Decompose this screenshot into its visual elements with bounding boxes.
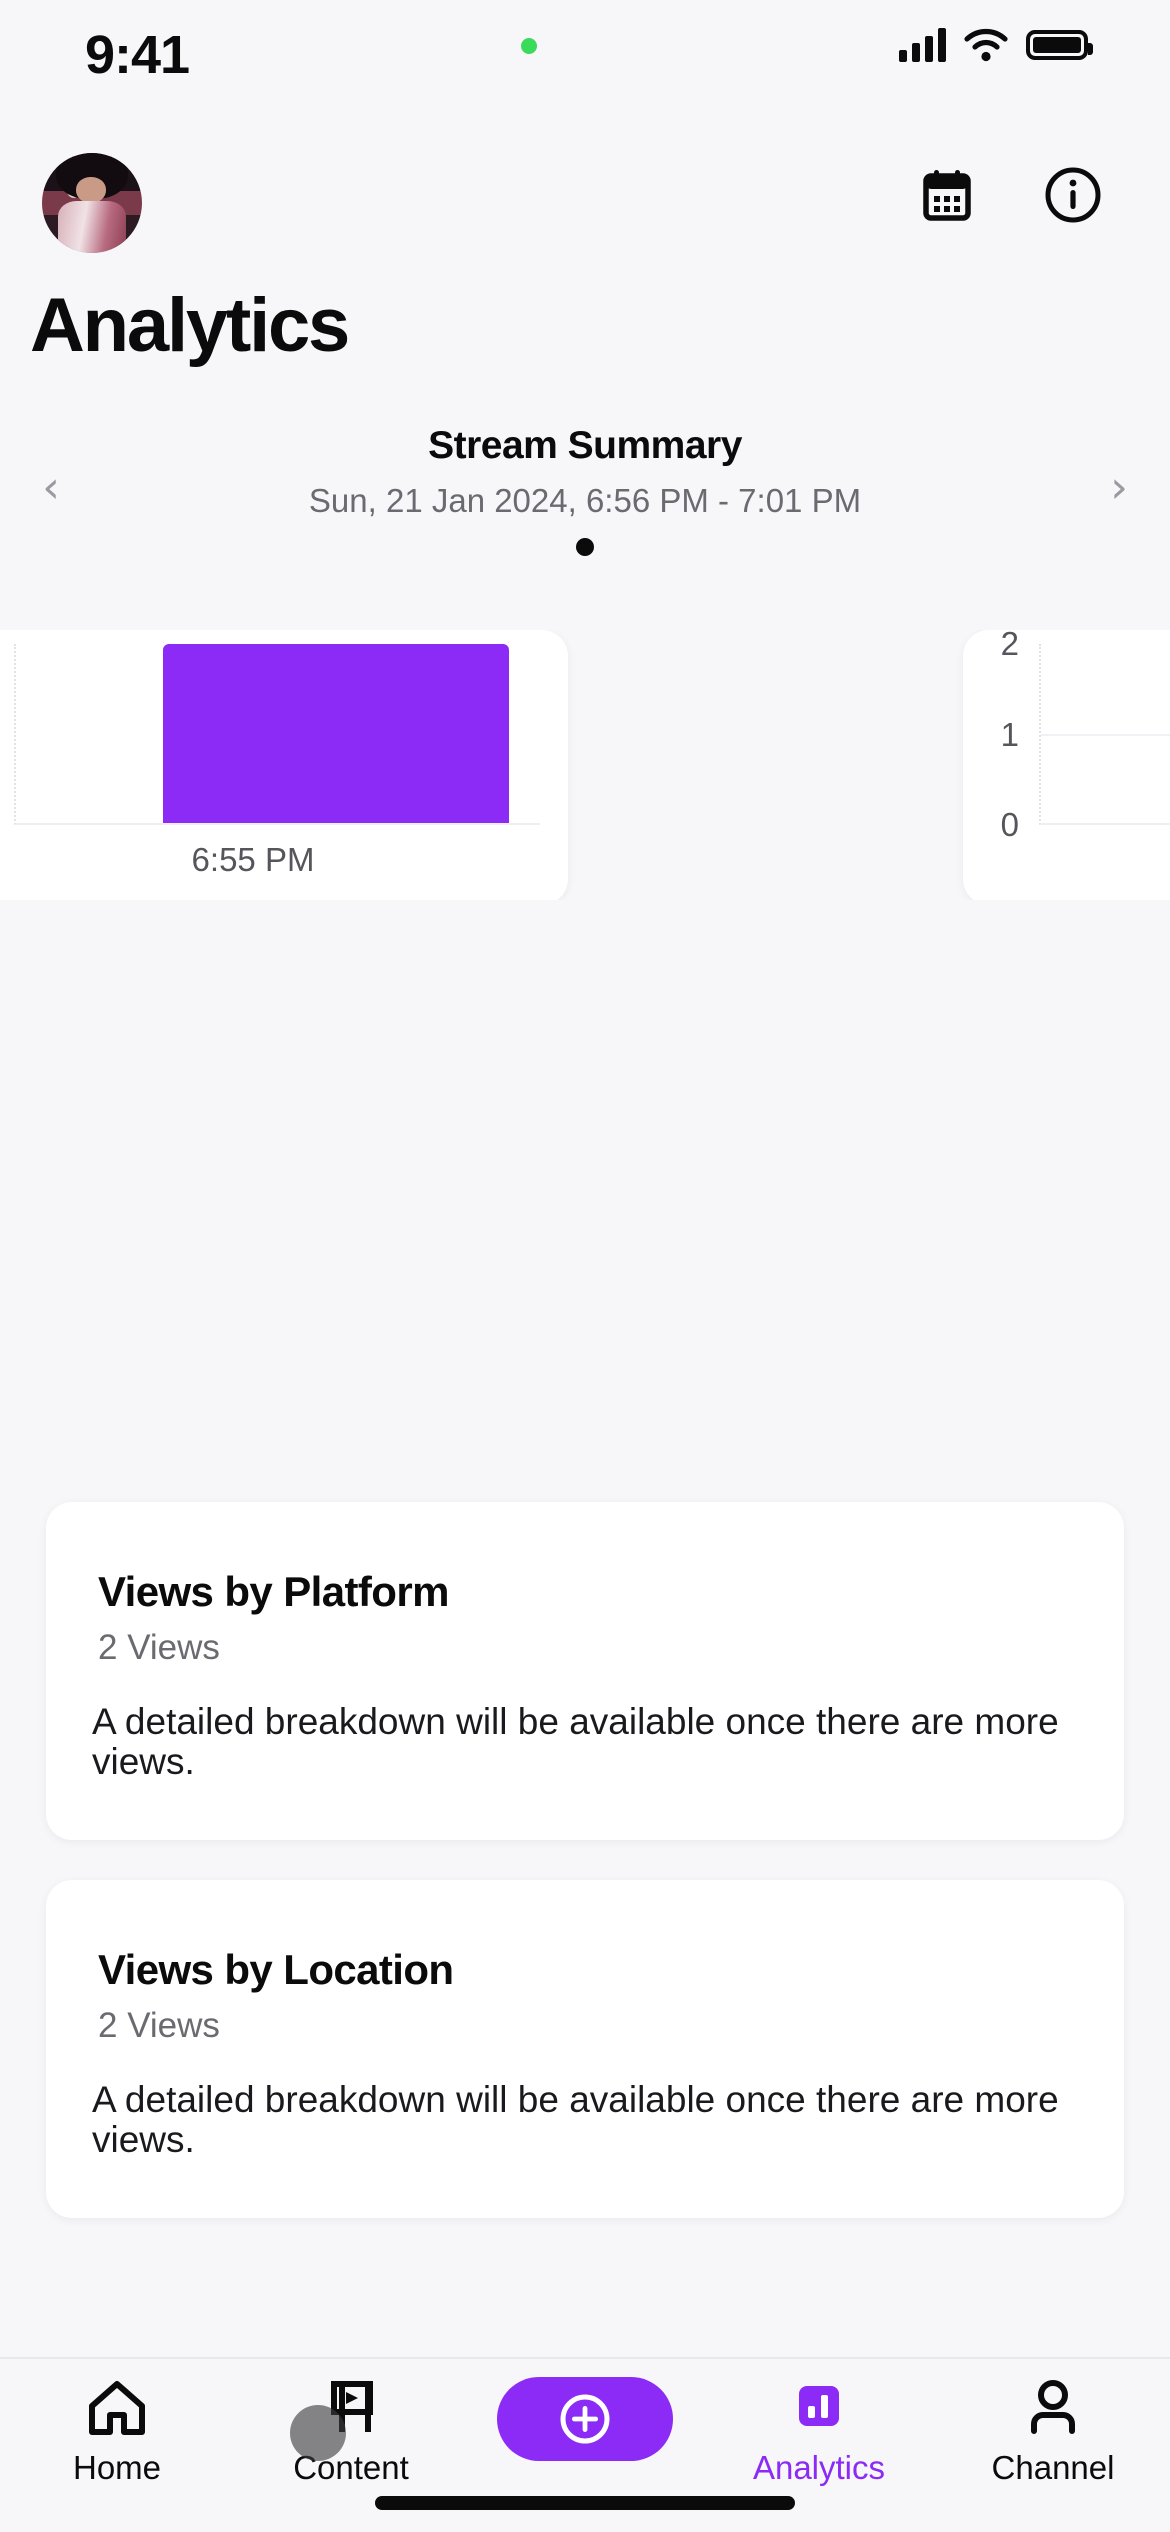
views-by-platform-card[interactable]: Views by Platform 2 Views A detailed bre…	[46, 1502, 1124, 1840]
chart-y-tick-label: 2	[1000, 630, 1019, 662]
card-title: Views by Platform	[98, 1568, 449, 1615]
green-recording-dot	[521, 38, 537, 54]
tab-content[interactable]: Content	[234, 2377, 468, 2487]
person-icon	[1022, 2377, 1084, 2439]
wifi-icon	[964, 28, 1008, 62]
tab-label-home: Home	[72, 2449, 162, 2486]
page-title: Analytics	[30, 283, 350, 368]
chart-y-tick-label: 1	[1000, 716, 1019, 753]
cellular-signal-icon	[899, 28, 946, 62]
nav-actions	[916, 164, 1104, 226]
status-bar-indicators	[899, 28, 1093, 62]
touch-indicator	[290, 2405, 346, 2461]
stream-summary-pager: ‹ Stream Summary Sun, 21 Jan 2024, 6:56 …	[0, 424, 1170, 600]
next-stream-button[interactable]: ›	[1084, 466, 1154, 510]
tab-label-channel: Channel	[991, 2449, 1115, 2486]
card-body-text: A detailed breakdown will be available o…	[92, 2079, 1059, 2160]
views-over-time-chart-card[interactable]: 6:55 PM	[0, 630, 568, 900]
avatar[interactable]	[42, 153, 142, 253]
home-indicator	[375, 2496, 795, 2510]
tab-analytics[interactable]: Analytics	[702, 2377, 936, 2487]
page-dot[interactable]	[576, 538, 594, 556]
tab-label-analytics: Analytics	[752, 2449, 886, 2486]
info-circle-icon[interactable]	[1042, 164, 1104, 226]
chart-gridline	[1041, 733, 1170, 736]
status-bar-time: 9:41	[85, 25, 190, 85]
card-body-text: A detailed breakdown will be available o…	[92, 1701, 1059, 1782]
calendar-icon[interactable]	[916, 164, 978, 226]
card-subtitle: 2 Views	[98, 1628, 220, 1667]
bottom-tab-bar: Home Content Analytics Channel	[0, 2357, 1170, 2532]
next-chart-card-peek[interactable]: 2 1 0	[963, 630, 1170, 900]
stream-summary-date-range: Sun, 21 Jan 2024, 6:56 PM - 7:01 PM	[308, 482, 862, 519]
chart-x-tick-label: 6:55 PM	[191, 841, 315, 878]
card-title: Views by Location	[98, 1946, 454, 1993]
battery-full-icon	[1026, 30, 1093, 60]
tab-channel[interactable]: Channel	[936, 2377, 1170, 2487]
chart-plot-area	[14, 644, 540, 825]
status-bar: 9:41	[0, 0, 1170, 138]
tab-create[interactable]	[468, 2377, 702, 2471]
views-by-location-card[interactable]: Views by Location 2 Views A detailed bre…	[46, 1880, 1124, 2218]
stream-summary-title: Stream Summary	[428, 424, 742, 467]
page-indicator[interactable]	[0, 538, 1170, 556]
chart-plot-area-next	[1039, 644, 1170, 825]
top-nav-bar	[0, 150, 1170, 258]
plus-circle-icon[interactable]	[497, 2377, 673, 2461]
chart-bar	[162, 644, 509, 823]
charts-carousel[interactable]: 6:55 PM 2 1 0	[0, 630, 1170, 900]
chart-y-tick-label: 0	[1000, 806, 1019, 843]
card-subtitle: 2 Views	[98, 2006, 220, 2045]
home-icon	[86, 2377, 148, 2439]
tab-home[interactable]: Home	[0, 2377, 234, 2487]
bar-chart-icon	[790, 2377, 848, 2439]
